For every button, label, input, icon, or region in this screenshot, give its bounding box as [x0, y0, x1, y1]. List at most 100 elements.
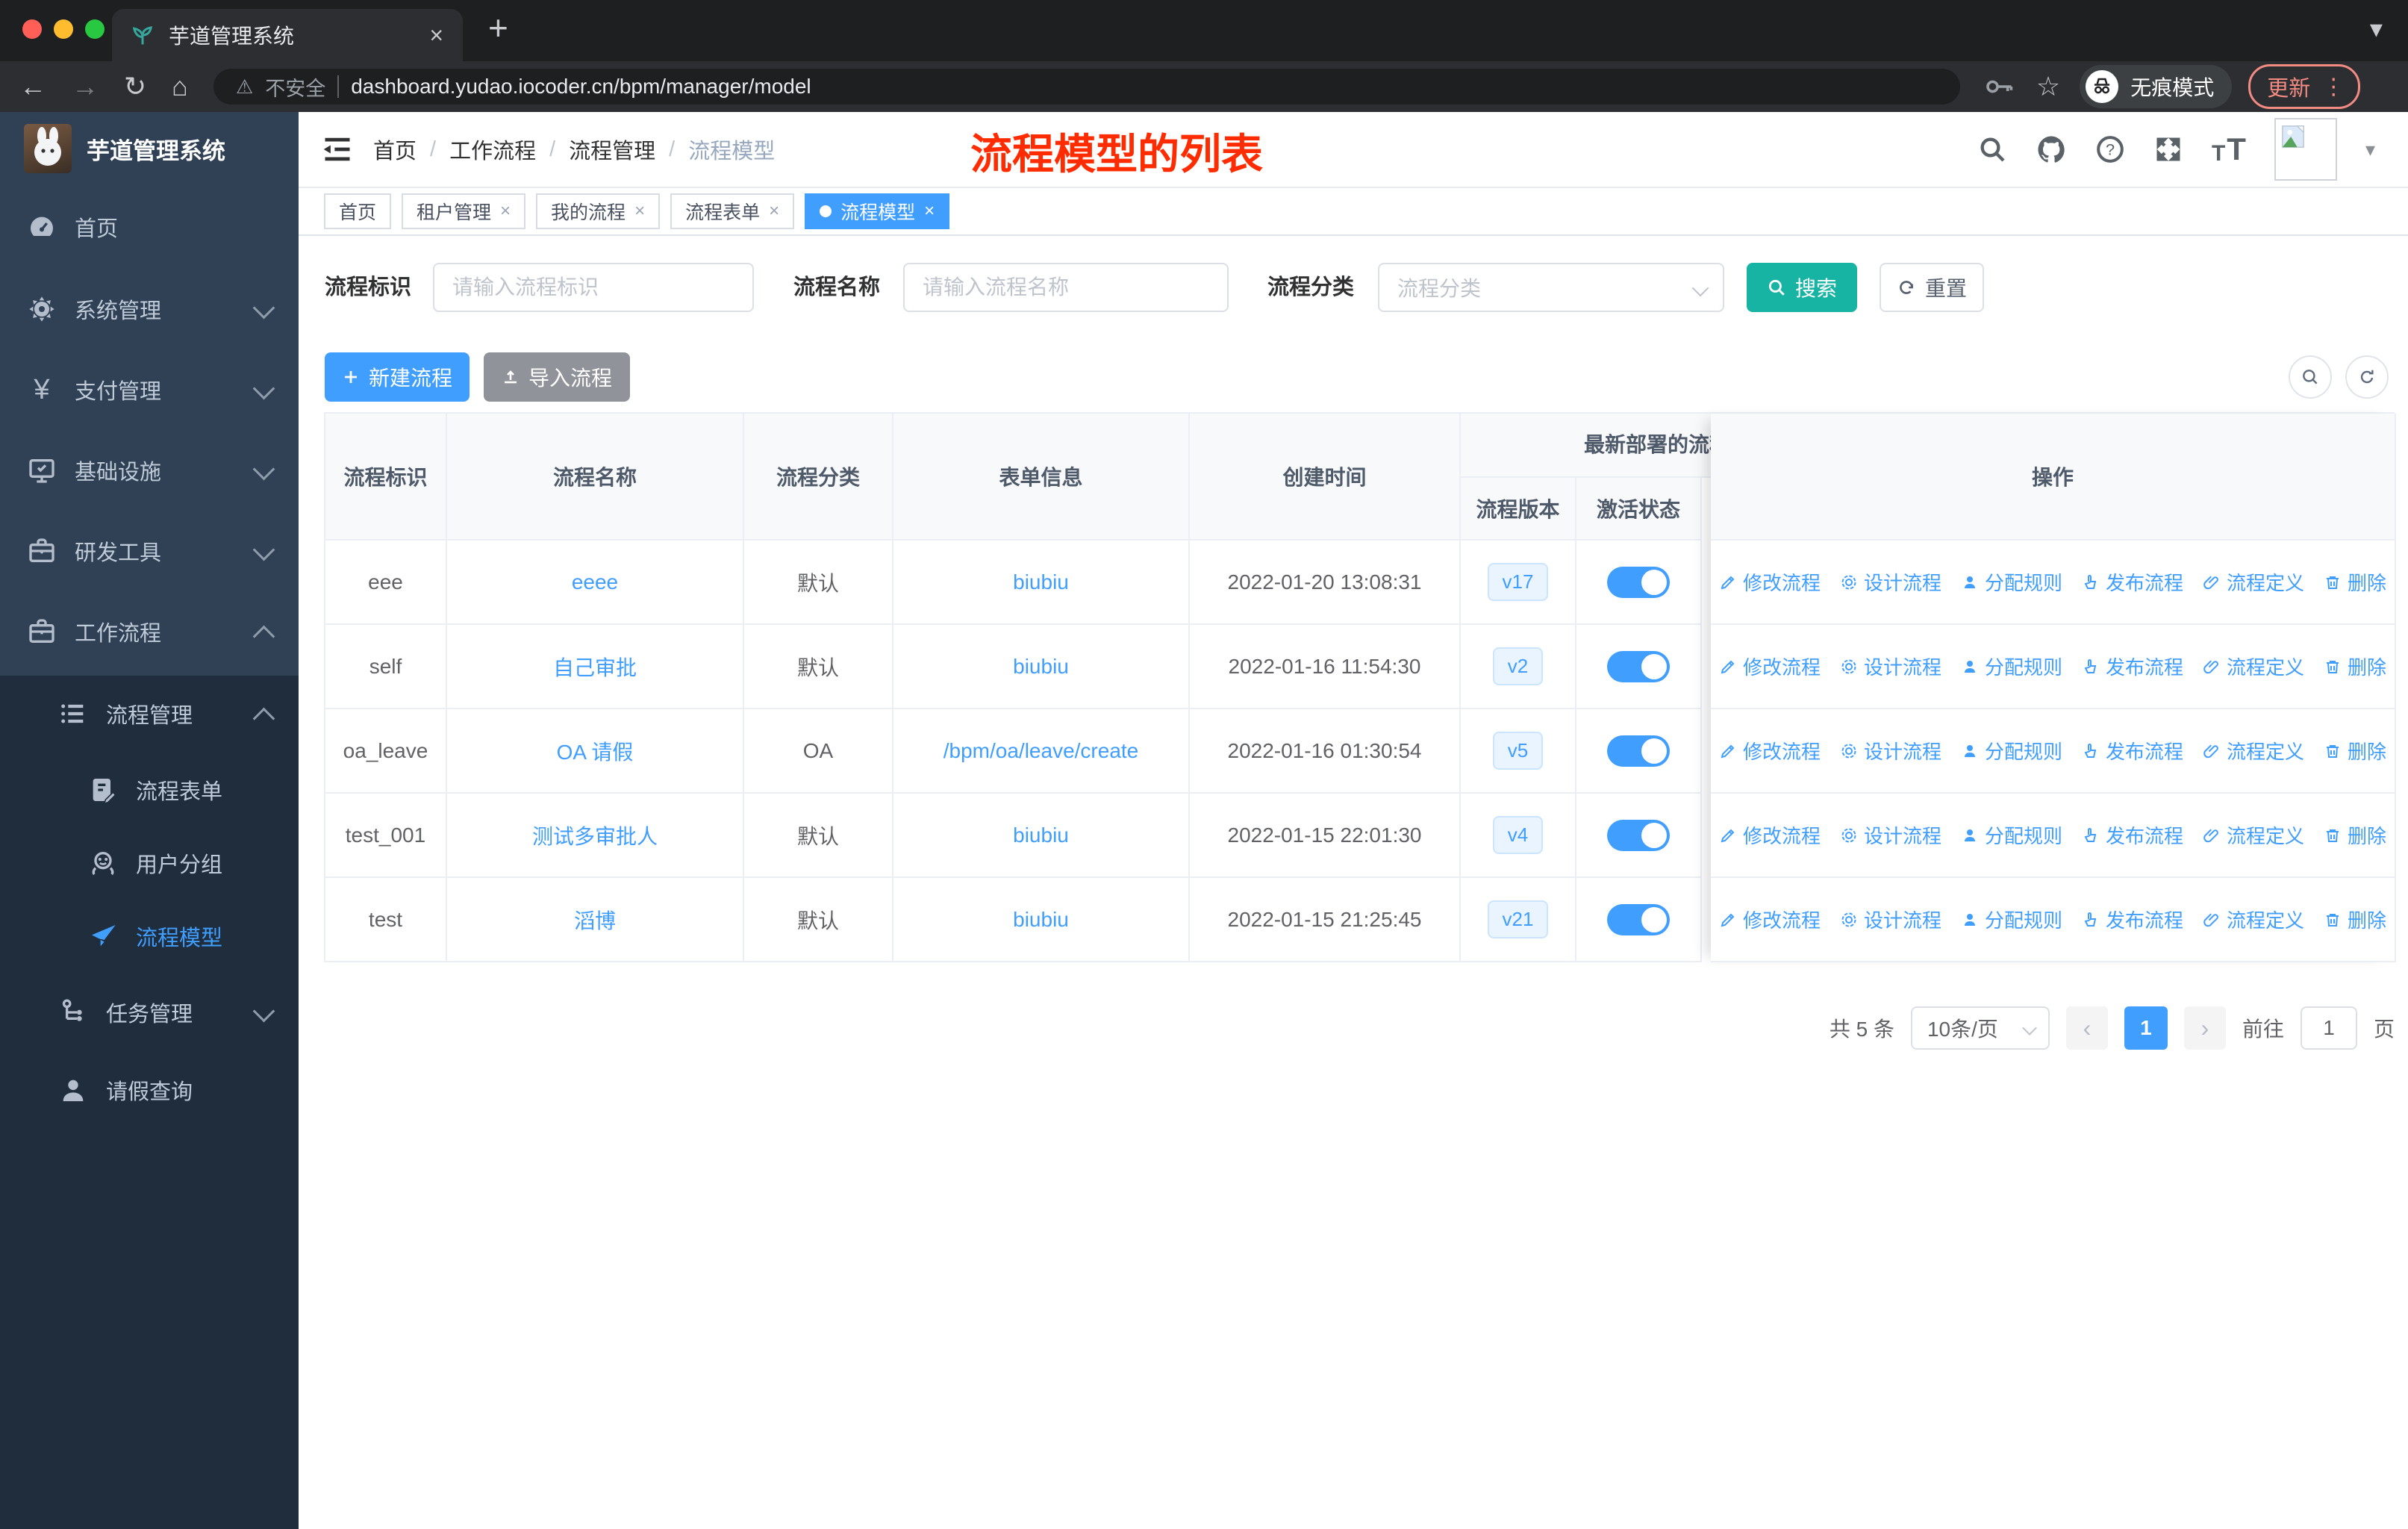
page-1-button[interactable]: 1: [2124, 1006, 2168, 1050]
action-design-process[interactable]: 设计流程: [1840, 653, 1941, 680]
action-design-process[interactable]: 设计流程: [1840, 821, 1941, 849]
sidebar-item-task-management[interactable]: 任务管理: [0, 975, 299, 1050]
help-question-icon[interactable]: ?: [2095, 134, 2125, 164]
reload-icon[interactable]: ↻: [124, 73, 146, 100]
sidebar-item-system[interactable]: 系统管理: [0, 272, 299, 346]
status-toggle[interactable]: [1607, 903, 1670, 935]
tag-close-icon[interactable]: ×: [769, 202, 779, 220]
back-icon[interactable]: ←: [19, 73, 46, 100]
tab-close-icon[interactable]: ×: [429, 23, 443, 47]
action-publish-process[interactable]: 发布流程: [2082, 737, 2183, 764]
forward-icon[interactable]: →: [72, 73, 99, 100]
action-edit-process[interactable]: 修改流程: [1719, 821, 1821, 849]
action-assign-rule[interactable]: 分配规则: [1961, 821, 2062, 849]
action-delete[interactable]: 删除: [2324, 653, 2386, 680]
create-process-button[interactable]: 新建流程: [325, 352, 470, 402]
prev-page-button[interactable]: ‹: [2065, 1006, 2108, 1050]
process-name-link[interactable]: 自己审批: [553, 652, 637, 682]
action-publish-process[interactable]: 发布流程: [2082, 821, 2183, 849]
action-edit-process[interactable]: 修改流程: [1719, 568, 1821, 596]
sidebar-item-user-group[interactable]: 用户分组: [0, 826, 299, 900]
form-info-link[interactable]: biubiu: [1013, 655, 1069, 679]
status-toggle[interactable]: [1607, 566, 1670, 598]
window-minimize-button[interactable]: [54, 19, 73, 39]
action-edit-process[interactable]: 修改流程: [1719, 653, 1821, 680]
process-name-link[interactable]: OA 请假: [557, 736, 634, 766]
breadcrumb-process-management[interactable]: 流程管理: [569, 134, 655, 165]
tag-process-model[interactable]: 流程模型 ×: [805, 193, 950, 229]
github-icon[interactable]: [2036, 134, 2067, 165]
breadcrumb-home[interactable]: 首页: [373, 134, 417, 165]
status-toggle[interactable]: [1607, 650, 1670, 682]
tag-my-process[interactable]: 我的流程 ×: [536, 193, 661, 229]
action-process-definition[interactable]: 流程定义: [2203, 821, 2304, 849]
version-badge[interactable]: v21: [1487, 900, 1549, 939]
action-edit-process[interactable]: 修改流程: [1719, 906, 1821, 933]
process-name-link[interactable]: 测试多审批人: [532, 820, 658, 850]
home-icon[interactable]: ⌂: [172, 73, 188, 100]
action-edit-process[interactable]: 修改流程: [1719, 737, 1821, 764]
process-name-link[interactable]: eeee: [572, 570, 618, 594]
action-delete[interactable]: 删除: [2324, 737, 2386, 764]
action-assign-rule[interactable]: 分配规则: [1961, 568, 2062, 596]
action-publish-process[interactable]: 发布流程: [2082, 568, 2183, 596]
window-close-button[interactable]: [22, 19, 42, 39]
version-badge[interactable]: v2: [1492, 647, 1544, 686]
user-avatar[interactable]: [2274, 118, 2337, 181]
action-design-process[interactable]: 设计流程: [1840, 568, 1941, 596]
browser-update-button[interactable]: 更新 ⋮: [2248, 64, 2361, 109]
search-icon[interactable]: [1977, 134, 2007, 164]
version-badge[interactable]: v4: [1492, 815, 1544, 855]
action-design-process[interactable]: 设计流程: [1840, 737, 1941, 764]
form-info-link[interactable]: /bpm/oa/leave/create: [943, 739, 1139, 763]
action-assign-rule[interactable]: 分配规则: [1961, 737, 2062, 764]
action-assign-rule[interactable]: 分配规则: [1961, 906, 2062, 933]
action-delete[interactable]: 删除: [2324, 568, 2386, 596]
font-size-icon[interactable]: TT: [2212, 134, 2246, 165]
tag-tenant-management[interactable]: 租户管理 ×: [402, 193, 526, 229]
password-key-icon[interactable]: [1986, 78, 2014, 96]
security-label[interactable]: 不安全: [265, 72, 325, 102]
process-name-input[interactable]: [903, 263, 1229, 312]
action-publish-process[interactable]: 发布流程: [2082, 653, 2183, 680]
page-size-select[interactable]: 10条/页: [1910, 1006, 2050, 1050]
sidebar-item-workflow[interactable]: 工作流程: [0, 594, 299, 669]
action-process-definition[interactable]: 流程定义: [2203, 568, 2304, 596]
browser-menu-icon[interactable]: ⋮: [2322, 74, 2345, 100]
form-info-link[interactable]: biubiu: [1013, 570, 1069, 594]
action-delete[interactable]: 删除: [2324, 821, 2386, 849]
tab-search-caret-icon[interactable]: ▾: [2370, 16, 2383, 42]
url-bar[interactable]: ⚠ 不安全 dashboard.yudao.iocoder.cn/bpm/man…: [213, 69, 1960, 105]
tag-close-icon[interactable]: ×: [500, 202, 511, 220]
action-assign-rule[interactable]: 分配规则: [1961, 653, 2062, 680]
sidebar-item-devtools[interactable]: 研发工具: [0, 514, 299, 588]
sidebar-item-process-model[interactable]: 流程模型: [0, 899, 299, 974]
sidebar-item-leave-query[interactable]: 请假查询: [0, 1053, 299, 1127]
browser-tab[interactable]: 芋道管理系统 ×: [112, 9, 463, 61]
action-process-definition[interactable]: 流程定义: [2203, 906, 2304, 933]
app-logo[interactable]: 芋道管理系统: [24, 124, 225, 173]
goto-page-input[interactable]: 1: [2300, 1006, 2357, 1050]
process-name-link[interactable]: 滔博: [574, 905, 616, 935]
process-category-select[interactable]: 流程分类: [1378, 263, 1724, 312]
form-info-link[interactable]: biubiu: [1013, 908, 1069, 932]
status-toggle[interactable]: [1607, 735, 1670, 767]
fullscreen-icon[interactable]: [2153, 134, 2183, 164]
bookmark-star-icon[interactable]: ☆: [2036, 71, 2060, 102]
action-publish-process[interactable]: 发布流程: [2082, 906, 2183, 933]
avatar-caret-icon[interactable]: ▾: [2365, 138, 2375, 161]
version-badge[interactable]: v17: [1487, 562, 1549, 602]
window-zoom-button[interactable]: [85, 19, 105, 39]
tag-close-icon[interactable]: ×: [924, 202, 935, 220]
search-button[interactable]: 搜索: [1747, 263, 1857, 312]
reset-button[interactable]: 重置: [1880, 263, 1984, 312]
sidebar-collapse-icon[interactable]: [321, 133, 354, 166]
action-delete[interactable]: 删除: [2324, 906, 2386, 933]
action-process-definition[interactable]: 流程定义: [2203, 737, 2304, 764]
new-tab-button[interactable]: +: [488, 10, 508, 45]
sidebar-item-payment[interactable]: ¥ 支付管理: [0, 352, 299, 427]
sidebar-item-infrastructure[interactable]: 基础设施: [0, 433, 299, 508]
form-info-link[interactable]: biubiu: [1013, 823, 1069, 847]
tag-close-icon[interactable]: ×: [634, 202, 645, 220]
sidebar-item-process-form[interactable]: 流程表单: [0, 753, 299, 827]
